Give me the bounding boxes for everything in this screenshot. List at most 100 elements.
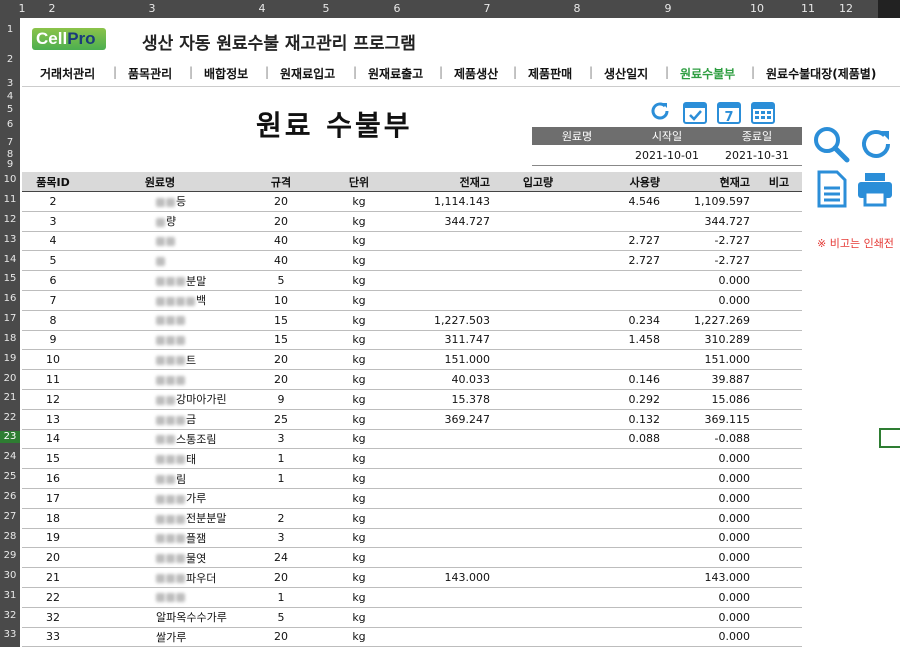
cell-in[interactable] <box>496 270 580 291</box>
column-label[interactable]: 11 <box>801 2 815 15</box>
cell-spec[interactable]: 24 <box>236 547 326 569</box>
cell-spec[interactable]: 20 <box>236 627 326 647</box>
cell-name[interactable]: 플잼 <box>84 528 236 549</box>
cell-name[interactable]: 트 <box>84 349 236 371</box>
row-label[interactable]: 3 <box>0 78 20 90</box>
cell-name[interactable]: 파우더 <box>84 567 236 588</box>
cell-cur[interactable]: 0.000 <box>666 627 756 647</box>
cell-id[interactable]: 15 <box>22 448 84 470</box>
cell-unit[interactable]: kg <box>326 567 392 588</box>
cell-name[interactable]: 등 <box>84 191 236 212</box>
cell-spec[interactable]: 20 <box>236 349 326 371</box>
cell-cur[interactable]: 0.000 <box>666 587 756 608</box>
cell-remark[interactable] <box>756 369 802 390</box>
cell-cur[interactable]: 0.000 <box>666 290 756 311</box>
cell-name[interactable]: 량 <box>84 211 236 232</box>
cell-in[interactable] <box>496 191 580 212</box>
table-row[interactable]: 2 등 20 kg 1,114.143 4.546 1,109.597 <box>22 191 802 212</box>
table-row[interactable]: 19 플잼 3 kg 0.000 <box>22 528 802 549</box>
cell-prev[interactable] <box>392 607 496 628</box>
cell-id[interactable]: 20 <box>22 547 84 569</box>
end-date-cell[interactable]: 2021-10-31 <box>712 149 802 162</box>
menu-item[interactable]: 원료수불대장(제품별) <box>766 65 876 82</box>
cell-in[interactable] <box>496 409 580 430</box>
cell-spec[interactable]: 5 <box>236 270 326 291</box>
cell-remark[interactable] <box>756 547 802 569</box>
cell-id[interactable]: 9 <box>22 330 84 351</box>
cell-remark[interactable] <box>756 231 802 252</box>
cell-id[interactable]: 3 <box>22 211 84 232</box>
cell-remark[interactable] <box>756 429 802 450</box>
cell-in[interactable] <box>496 528 580 549</box>
cell-cur[interactable]: 0.000 <box>666 468 756 489</box>
cell-used[interactable] <box>580 528 666 549</box>
cell-id[interactable]: 13 <box>22 409 84 430</box>
row-label[interactable]: 2 <box>0 54 20 66</box>
cell-in[interactable] <box>496 330 580 351</box>
cell-cur[interactable]: 0.000 <box>666 508 756 529</box>
table-row[interactable]: 8 15 kg 1,227.503 0.234 1,227.269 <box>22 310 802 331</box>
row-label[interactable]: 18 <box>0 333 20 345</box>
menu-item[interactable]: 원료수불부 <box>680 65 735 82</box>
table-row[interactable]: 11 20 kg 40.033 0.146 39.887 <box>22 369 802 390</box>
row-label[interactable]: 6 <box>0 119 20 131</box>
column-label[interactable]: 7 <box>484 2 491 15</box>
cell-remark[interactable] <box>756 310 802 331</box>
cell-in[interactable] <box>496 508 580 529</box>
row-label[interactable]: 30 <box>0 570 20 582</box>
cell-spec[interactable]: 25 <box>236 409 326 430</box>
cell-remark[interactable] <box>756 250 802 272</box>
cell-prev[interactable] <box>392 250 496 272</box>
cell-prev[interactable] <box>392 270 496 291</box>
cell-unit[interactable]: kg <box>326 250 392 272</box>
cell-cur[interactable]: 369.115 <box>666 409 756 430</box>
cell-prev[interactable] <box>392 528 496 549</box>
cell-cur[interactable]: 1,109.597 <box>666 191 756 212</box>
document-icon[interactable] <box>816 170 848 208</box>
cell-prev[interactable] <box>392 488 496 509</box>
cell-prev[interactable] <box>392 547 496 569</box>
cell-in[interactable] <box>496 250 580 272</box>
cell-prev[interactable]: 143.000 <box>392 567 496 588</box>
cell-spec[interactable]: 15 <box>236 330 326 351</box>
cell-used[interactable]: 0.146 <box>580 369 666 390</box>
cell-in[interactable] <box>496 587 580 608</box>
cell-used[interactable] <box>580 290 666 311</box>
column-label[interactable]: 10 <box>750 2 764 15</box>
column-label[interactable]: 3 <box>149 2 156 15</box>
row-label[interactable]: 11 <box>0 194 20 206</box>
cell-prev[interactable]: 40.033 <box>392 369 496 390</box>
row-label[interactable]: 9 <box>0 159 20 171</box>
cell-remark[interactable] <box>756 587 802 608</box>
cell-in[interactable] <box>496 468 580 489</box>
table-row[interactable]: 12 강마아가린 9 kg 15.378 0.292 15.086 <box>22 389 802 410</box>
table-row[interactable]: 6 분말 5 kg 0.000 <box>22 270 802 291</box>
cell-prev[interactable]: 1,114.143 <box>392 191 496 212</box>
cell-used[interactable]: 1.458 <box>580 330 666 351</box>
table-row[interactable]: 4 40 kg 2.727 -2.727 <box>22 231 802 252</box>
cell-used[interactable] <box>580 607 666 628</box>
table-row[interactable]: 20 물엿 24 kg 0.000 <box>22 547 802 569</box>
table-row[interactable]: 7 백 10 kg 0.000 <box>22 290 802 311</box>
cell-spec[interactable]: 20 <box>236 211 326 232</box>
cell-name[interactable]: 강마아가린 <box>84 389 236 410</box>
row-label[interactable]: 23 <box>0 431 20 443</box>
cell-remark[interactable] <box>756 290 802 311</box>
refresh-large-icon[interactable] <box>857 125 895 163</box>
cell-name[interactable]: 분말 <box>84 270 236 291</box>
cell-prev[interactable]: 311.747 <box>392 330 496 351</box>
cell-unit[interactable]: kg <box>326 488 392 509</box>
cell-unit[interactable]: kg <box>326 587 392 608</box>
cell-unit[interactable]: kg <box>326 409 392 430</box>
cell-used[interactable]: 0.088 <box>580 429 666 450</box>
row-label[interactable]: 14 <box>0 254 20 266</box>
table-row[interactable]: 33 쌀가루 20 kg 0.000 <box>22 627 802 647</box>
cell-cur[interactable]: 151.000 <box>666 349 756 371</box>
calendar-7-icon[interactable]: 7 <box>716 99 742 125</box>
cell-id[interactable]: 22 <box>22 587 84 608</box>
cell-id[interactable]: 11 <box>22 369 84 390</box>
cell-id[interactable]: 8 <box>22 310 84 331</box>
cell-id[interactable]: 7 <box>22 290 84 311</box>
row-label[interactable]: 19 <box>0 353 20 365</box>
cell-remark[interactable] <box>756 448 802 470</box>
